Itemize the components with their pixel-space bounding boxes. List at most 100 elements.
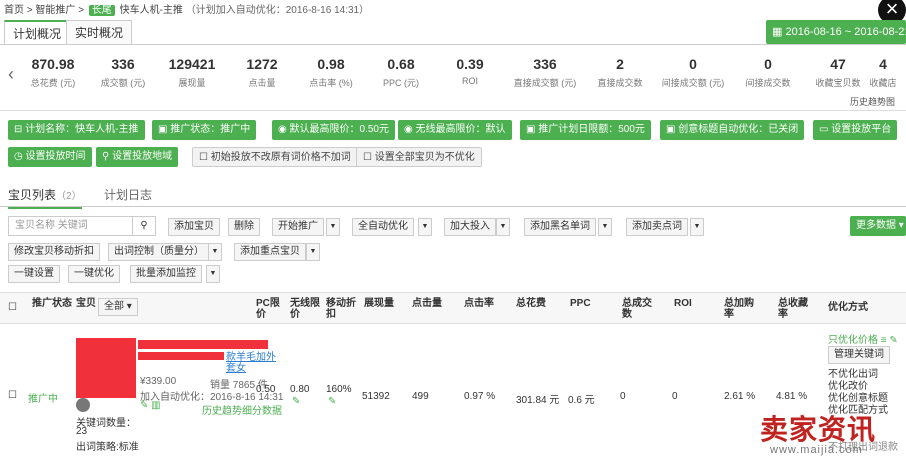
- manage-keywords-button[interactable]: 管理关键词: [828, 346, 890, 364]
- one-click-opt-button[interactable]: 一键优化: [68, 265, 120, 283]
- add-sellpoint-button[interactable]: 添加卖点词: [626, 218, 688, 236]
- chevron-left-icon[interactable]: ‹: [8, 64, 14, 85]
- col-mobile-discount[interactable]: 移动折扣: [326, 298, 356, 320]
- col-fav-rate[interactable]: 总收藏率: [778, 298, 808, 320]
- output-strategy: 出词策略:标准: [76, 442, 139, 453]
- opt-method-select[interactable]: 只优化价格 ≡ ✎: [828, 331, 898, 346]
- checkbox-icon: ☐: [363, 152, 375, 163]
- col-impressions[interactable]: 展现量: [364, 298, 394, 309]
- chevron-down-icon[interactable]: ▼: [598, 218, 612, 236]
- location-icon: ⚲: [102, 151, 113, 162]
- stat-indirect-revenue: 0 间接成交额 (元): [661, 56, 725, 88]
- add-key-item-button[interactable]: 添加重点宝贝: [234, 243, 306, 261]
- item-price: ¥339.00: [140, 376, 177, 387]
- stat-clicks: 1272 点击量: [246, 56, 278, 88]
- col-status[interactable]: 推广状态: [32, 298, 72, 309]
- col-cost[interactable]: 总花费: [516, 298, 546, 309]
- stat-direct-revenue: 336 直接成交额 (元): [513, 56, 577, 88]
- item-title-link[interactable]: 款羊毛加外套女: [138, 352, 278, 374]
- output-control-button[interactable]: 出词控制（质量分）: [108, 243, 210, 261]
- chevron-down-icon[interactable]: ▼: [418, 218, 432, 236]
- history-trend-link[interactable]: 历史趋势图: [850, 95, 895, 108]
- title-icon: ▣: [666, 124, 679, 135]
- deals: 0: [620, 391, 626, 402]
- fav-rate: 4.81 %: [776, 391, 808, 402]
- col-ctr[interactable]: 点击率: [464, 298, 494, 309]
- set-time-button[interactable]: ◷ 设置投放时间: [8, 147, 92, 167]
- col-deals[interactable]: 总成交数: [622, 298, 652, 320]
- edit-icon: ⊟: [14, 124, 26, 135]
- tab-plan-overview[interactable]: 计划概况: [4, 20, 71, 44]
- delete-button[interactable]: 删除: [228, 218, 260, 236]
- wireless-bid: 0.80: [290, 384, 310, 395]
- col-cart-rate[interactable]: 总加购率: [724, 298, 754, 320]
- add-item-button[interactable]: 添加宝贝: [168, 218, 220, 236]
- plan-name-button[interactable]: ⊟ 计划名称：快车人机-主推: [8, 120, 145, 140]
- promo-status-button[interactable]: ▣ 推广状态：推广中: [152, 120, 257, 140]
- plan-title: 快车人机-主推: [119, 5, 183, 16]
- wireless-max-bid-button[interactable]: ◉ 无线最高限价：默认: [398, 120, 512, 140]
- cost: 301.84 元: [516, 395, 560, 406]
- more-data-button[interactable]: 更多数据 ▾: [850, 216, 906, 236]
- bid-icon: ◉: [278, 124, 290, 135]
- one-click-setting-button[interactable]: 一键设置: [8, 265, 60, 283]
- calendar-icon: ▦: [772, 26, 786, 38]
- watermark-logo: 卖家资讯: [760, 414, 877, 445]
- auto-opt-button[interactable]: 全自动优化: [352, 218, 414, 236]
- auto-title-opt-button[interactable]: ▣ 创意标题自动优化：已关闭: [660, 120, 805, 140]
- item-action-icons[interactable]: ✎ ▥: [140, 400, 161, 411]
- cart-rate: 2.61 %: [724, 391, 756, 402]
- increase-budget-button[interactable]: 加大投入: [444, 218, 496, 236]
- search-icon[interactable]: ⚲: [132, 217, 155, 235]
- start-promo-button[interactable]: 开始推广: [272, 218, 324, 236]
- kw-count: 23: [76, 426, 88, 437]
- batch-monitor-button[interactable]: 批量添加监控: [130, 265, 202, 283]
- stat-ppc: 0.68 PPC (元): [382, 56, 419, 88]
- edit-icon[interactable]: ✎: [292, 396, 300, 407]
- col-pc-bid[interactable]: PC限价: [256, 298, 282, 320]
- col-opt-method: 优化方式: [828, 302, 868, 313]
- row-checkbox[interactable]: ☐: [8, 390, 17, 401]
- date-range-button[interactable]: ▦ 2016-08-16 ~ 2016-08-21: [766, 20, 906, 44]
- add-blacklist-button[interactable]: 添加黑名单词: [524, 218, 596, 236]
- checkbox-icon: ☐: [199, 152, 211, 163]
- col-wireless-bid[interactable]: 无线限价: [290, 298, 320, 320]
- chevron-down-icon[interactable]: ▼: [306, 243, 320, 261]
- breadcrumb-home[interactable]: 首页: [4, 5, 24, 16]
- watermark-url: www.maijia.com: [770, 444, 863, 456]
- edit-icon[interactable]: ✎: [328, 396, 336, 407]
- item-image-redacted: [76, 338, 136, 398]
- breadcrumb-smart-promo[interactable]: 智能推广: [35, 5, 75, 16]
- chevron-down-icon[interactable]: ▼: [206, 265, 220, 283]
- initial-no-change-checkbox[interactable]: ☐ 初始投放不改原有词价格不加词: [192, 147, 358, 167]
- chevron-down-icon[interactable]: ▼: [496, 218, 510, 236]
- roi: 0: [672, 391, 678, 402]
- select-all-checkbox[interactable]: ☐: [8, 302, 17, 313]
- set-region-button[interactable]: ⚲ 设置投放地域: [96, 147, 179, 167]
- pc-bid: 0.50: [256, 384, 276, 395]
- chevron-down-icon[interactable]: ▼: [326, 218, 340, 236]
- col-roi[interactable]: ROI: [674, 298, 692, 309]
- tab-realtime-overview[interactable]: 实时概况: [66, 20, 133, 44]
- status-icon: ▣: [158, 124, 171, 135]
- item-filter-select[interactable]: 全部 ▾: [98, 298, 138, 316]
- wireless-icon: ◉: [404, 124, 416, 135]
- daily-budget-button[interactable]: ▣ 推广计划日限额：500元: [520, 120, 651, 140]
- detail-data-link[interactable]: 细分数据: [242, 402, 282, 417]
- col-ppc[interactable]: PPC: [570, 298, 591, 309]
- mobile-discount: 160%: [326, 384, 352, 395]
- col-clicks[interactable]: 点击量: [412, 298, 442, 309]
- breadcrumb: 首页 > 智能推广 > 长尾 快车人机-主推 （计划加入自动优化：2016-8-…: [4, 5, 370, 16]
- chevron-down-icon[interactable]: ▼: [690, 218, 704, 236]
- tab-plan-log[interactable]: 计划日志: [104, 186, 152, 203]
- chevron-down-icon[interactable]: ▼: [208, 243, 222, 261]
- edit-mobile-discount-button[interactable]: 修改宝贝移动折扣: [8, 243, 100, 261]
- history-trend-link[interactable]: 历史趋势: [202, 402, 242, 417]
- impressions: 51392: [362, 391, 390, 402]
- set-all-no-opt-checkbox[interactable]: ☐ 设置全部宝贝为不优化: [356, 147, 482, 167]
- stat-direct-deals: 2 直接成交数: [597, 56, 643, 88]
- stat-roi: 0.39 ROI: [456, 56, 484, 86]
- default-max-bid-button[interactable]: ◉ 默认最高限价：0.50元: [272, 120, 395, 140]
- stat-fav-shop: 4 收藏店: [869, 56, 897, 88]
- set-platform-button[interactable]: ▭ 设置投放平台: [813, 120, 898, 140]
